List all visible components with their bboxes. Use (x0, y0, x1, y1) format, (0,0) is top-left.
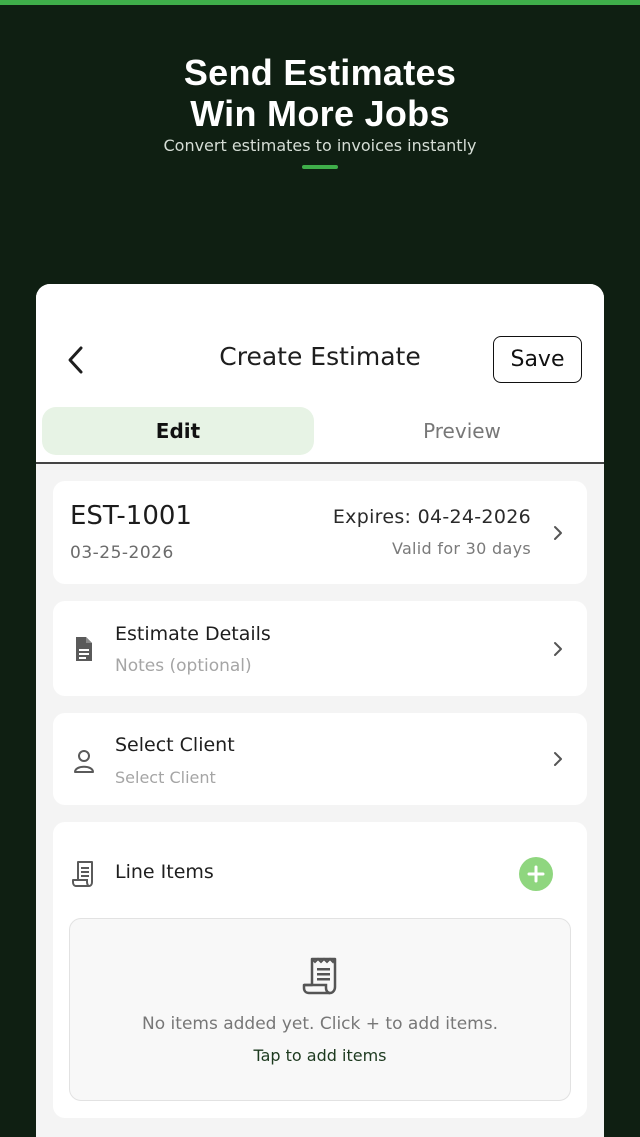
chevron-right-icon (554, 752, 562, 766)
app-header: Create Estimate Save Edit Preview (36, 284, 604, 464)
tap-to-add-items-link[interactable]: Tap to add items (70, 1046, 570, 1065)
save-button[interactable]: Save (493, 336, 582, 383)
document-icon (76, 637, 92, 661)
top-accent-bar (0, 0, 640, 5)
promo-header: Send Estimates Win More Jobs Convert est… (0, 52, 640, 169)
line-items-title: Line Items (115, 861, 214, 883)
chevron-right-icon (554, 526, 562, 540)
select-client-subtitle: Select Client (115, 768, 216, 787)
select-client-title: Select Client (115, 734, 235, 756)
tab-preview[interactable]: Preview (328, 407, 596, 455)
estimate-date: 03-25-2026 (70, 543, 174, 563)
promo-title-line1: Send Estimates (183, 52, 457, 93)
estimate-details-title: Estimate Details (115, 623, 271, 645)
estimate-number: EST-1001 (70, 501, 192, 531)
estimate-expires: Expires: 04-24-2026 (332, 506, 531, 528)
select-client-card[interactable]: Select Client Select Client (53, 713, 587, 805)
promo-underline (302, 165, 338, 169)
phone-screen: Create Estimate Save Edit Preview EST-10… (36, 284, 604, 1137)
tab-edit[interactable]: Edit (42, 407, 314, 455)
tab-bar: Edit Preview (42, 407, 598, 455)
empty-items-message: No items added yet. Click + to add items… (142, 1014, 498, 1034)
promo-title-line2: Win More Jobs (190, 93, 450, 134)
promo-subtitle: Convert estimates to invoices instantly (163, 136, 477, 155)
estimate-valid: Valid for 30 days (391, 539, 531, 558)
plus-icon (527, 865, 545, 883)
receipt-icon (302, 957, 337, 995)
estimate-details-subtitle: Notes (optional) (115, 656, 252, 676)
estimate-details-card[interactable]: Estimate Details Notes (optional) (53, 601, 587, 696)
empty-items-placeholder[interactable]: No items added yet. Click + to add items… (69, 918, 571, 1101)
receipt-icon (72, 861, 93, 887)
add-line-item-button[interactable] (519, 857, 553, 891)
line-items-card: Line Items No items added yet. Click + t… (53, 822, 587, 1118)
chevron-right-icon (554, 642, 562, 656)
person-icon (74, 750, 94, 773)
header-divider (36, 462, 604, 464)
estimate-summary-card[interactable]: EST-1001 03-25-2026 Expires: 04-24-2026 … (53, 481, 587, 584)
